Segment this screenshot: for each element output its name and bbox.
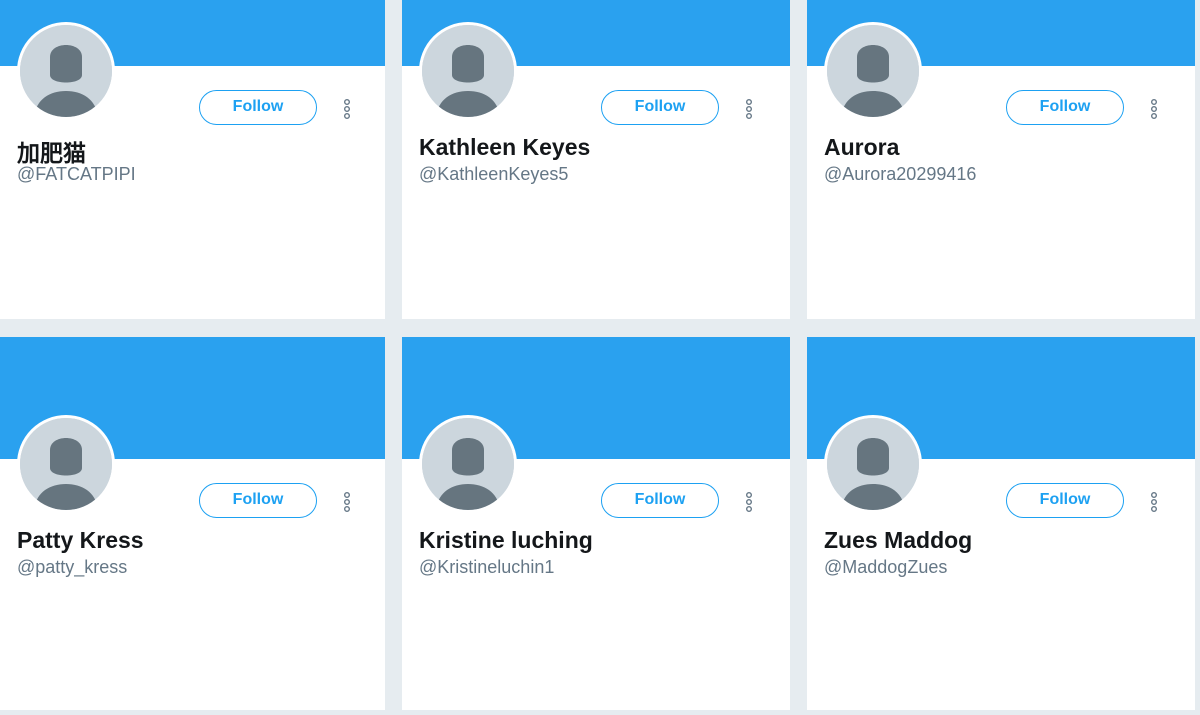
follow-button[interactable]: Follow (1006, 90, 1124, 125)
display-name[interactable]: Patty Kress (17, 527, 144, 554)
follow-button[interactable]: Follow (199, 483, 317, 518)
display-name[interactable]: Kathleen Keyes (419, 134, 590, 161)
avatar[interactable] (419, 22, 517, 120)
more-options-icon[interactable] (1146, 491, 1162, 513)
avatar[interactable] (824, 415, 922, 513)
display-name[interactable]: Aurora (824, 134, 899, 161)
default-avatar-icon (827, 25, 919, 117)
more-options-icon[interactable] (741, 491, 757, 513)
more-options-icon[interactable] (339, 98, 355, 120)
display-name[interactable]: Zues Maddog (824, 527, 972, 554)
follow-button[interactable]: Follow (1006, 483, 1124, 518)
display-name[interactable]: Kristine luching (419, 527, 593, 554)
profile-card[interactable]: Follow Kathleen Keyes @KathleenKeyes5 (402, 0, 790, 319)
avatar[interactable] (17, 415, 115, 513)
display-name[interactable]: 加肥猫 (17, 134, 86, 168)
profile-card[interactable]: Follow Aurora @Aurora20299416 (807, 0, 1195, 319)
default-avatar-icon (827, 418, 919, 510)
default-avatar-icon (20, 418, 112, 510)
profile-card[interactable]: Follow Patty Kress @patty_kress (0, 337, 385, 710)
more-options-icon[interactable] (339, 491, 355, 513)
profile-card[interactable]: Follow Kristine luching @Kristineluchin1 (402, 337, 790, 710)
profile-card[interactable]: Follow 加肥猫 @FATCATPIPI (0, 0, 385, 319)
avatar[interactable] (17, 22, 115, 120)
user-handle[interactable]: @FATCATPIPI (17, 164, 136, 185)
avatar[interactable] (419, 415, 517, 513)
more-options-icon[interactable] (1146, 98, 1162, 120)
profile-card[interactable]: Follow Zues Maddog @MaddogZues (807, 337, 1195, 710)
user-handle[interactable]: @patty_kress (17, 557, 127, 578)
avatar[interactable] (824, 22, 922, 120)
default-avatar-icon (422, 418, 514, 510)
follow-button[interactable]: Follow (199, 90, 317, 125)
more-options-icon[interactable] (741, 98, 757, 120)
user-handle[interactable]: @MaddogZues (824, 557, 947, 578)
follow-button[interactable]: Follow (601, 483, 719, 518)
default-avatar-icon (20, 25, 112, 117)
default-avatar-icon (422, 25, 514, 117)
follow-button[interactable]: Follow (601, 90, 719, 125)
user-handle[interactable]: @Kristineluchin1 (419, 557, 554, 578)
user-handle[interactable]: @KathleenKeyes5 (419, 164, 568, 185)
user-handle[interactable]: @Aurora20299416 (824, 164, 976, 185)
